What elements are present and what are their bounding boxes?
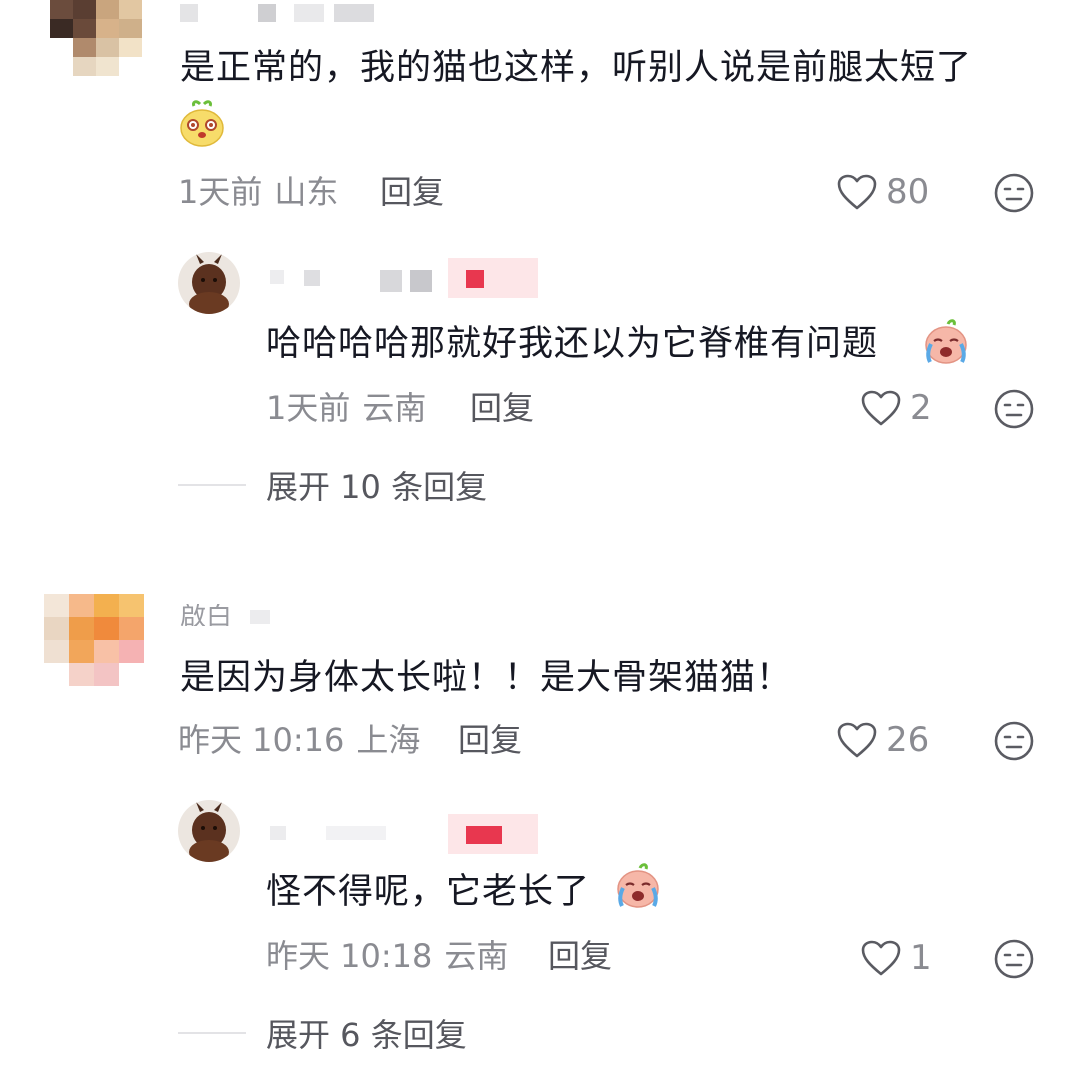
comment-meta: 1天前 山东: [178, 172, 338, 212]
like-button[interactable]: 26: [836, 720, 929, 760]
meh-face-icon: [994, 721, 1034, 761]
dislike-button[interactable]: [993, 720, 1035, 766]
meh-face-icon: [994, 939, 1034, 979]
dislike-button[interactable]: [993, 388, 1035, 434]
crying-emoji-icon: [612, 862, 662, 910]
reply-meta: 1天前 云南: [266, 388, 426, 428]
reply-button[interactable]: 回复: [548, 936, 612, 976]
like-button[interactable]: 80: [836, 172, 929, 212]
reply-text: 怪不得呢，它老长了: [266, 872, 591, 912]
heart-outline-icon: [837, 722, 877, 758]
username-blurred[interactable]: [270, 826, 386, 840]
reply-button[interactable]: 回复: [380, 172, 444, 212]
comment-text: 是正常的，我的猫也这样，听别人说是前腿太短了: [180, 48, 973, 88]
reply-meta: 昨天 10:18 云南: [266, 936, 508, 976]
author-badge: [448, 814, 538, 854]
timestamp: 1天前: [178, 173, 263, 211]
comment-text: 是因为身体太长啦！！是大骨架猫猫！: [180, 658, 793, 698]
location: 上海: [356, 721, 421, 759]
like-button[interactable]: 2: [860, 388, 932, 428]
meh-face-icon: [994, 389, 1034, 429]
like-count: 80: [886, 172, 930, 212]
reply-text: 哈哈哈哈那就好我还以为它脊椎有问题: [266, 324, 879, 364]
expand-label: 展开 6 条回复: [266, 1016, 467, 1054]
dislike-button[interactable]: [993, 938, 1035, 984]
username-blurred[interactable]: [270, 270, 452, 292]
location: 山东: [274, 173, 339, 211]
reply-button[interactable]: 回复: [458, 720, 522, 760]
location: 云南: [444, 937, 509, 975]
crying-emoji-icon: [920, 318, 970, 366]
avatar-reply[interactable]: [178, 252, 240, 314]
divider-line: [178, 484, 246, 486]
heart-outline-icon: [861, 940, 901, 976]
expand-replies-button[interactable]: 展开 6 条回复: [178, 1010, 467, 1056]
avatar-reply[interactable]: [178, 800, 240, 862]
divider-line: [178, 1032, 246, 1034]
avatar-pixelated[interactable]: [50, 0, 142, 76]
like-count: 1: [910, 938, 932, 978]
timestamp: 昨天 10:16: [178, 721, 345, 759]
dislike-button[interactable]: [993, 172, 1035, 218]
expand-label: 展开 10 条回复: [266, 468, 488, 506]
comment-meta: 昨天 10:16 上海: [178, 720, 420, 760]
timestamp: 昨天 10:18: [266, 937, 433, 975]
username-blur-tail: [250, 610, 270, 624]
like-count: 26: [886, 720, 930, 760]
heart-outline-icon: [837, 174, 877, 210]
reply-button[interactable]: 回复: [470, 388, 534, 428]
like-count: 2: [910, 388, 932, 428]
timestamp: 1天前: [266, 389, 351, 427]
heart-outline-icon: [861, 390, 901, 426]
yellow-blob-emoji-icon: [178, 98, 226, 148]
username-blurred[interactable]: [180, 4, 374, 22]
author-badge: [448, 258, 538, 298]
avatar-pixelated[interactable]: [44, 594, 144, 686]
username-partial[interactable]: 啟白: [180, 604, 232, 626]
location: 云南: [362, 389, 427, 427]
like-button[interactable]: 1: [860, 938, 932, 978]
expand-replies-button[interactable]: 展开 10 条回复: [178, 462, 487, 508]
meh-face-icon: [994, 173, 1034, 213]
